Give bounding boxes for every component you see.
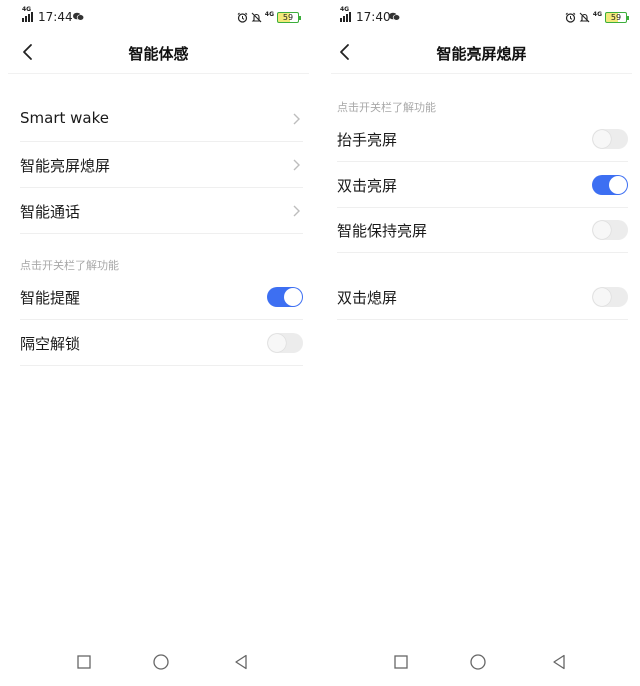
nav-item-smart-call[interactable]: 智能通话	[20, 188, 303, 234]
status-time: 17:40	[356, 10, 391, 24]
toggle-row-smart-stay-awake[interactable]: 智能保持亮屏	[337, 207, 628, 253]
toggle-label: 抬手亮屏	[337, 131, 398, 149]
battery-indicator: 59	[277, 11, 301, 23]
header-divider	[331, 73, 632, 74]
toggle-switch[interactable]	[592, 220, 628, 240]
signal-icon: 4G	[22, 6, 36, 22]
nav-item-smart-screen[interactable]: 智能亮屏熄屏	[20, 142, 303, 188]
mute-bell-icon	[579, 12, 590, 22]
toggle-label: 隔空解锁	[20, 335, 81, 353]
nav-item-smart-wake[interactable]: Smart wake	[20, 96, 303, 142]
screen-smart-screen-onoff: 4G 17:40 4G 59 智能亮屏熄屏 点击开关栏了解功能 抬手亮屏 双击亮…	[323, 0, 640, 686]
wechat-icon	[73, 12, 84, 21]
square-recents-icon[interactable]	[392, 653, 410, 671]
toggle-switch[interactable]	[592, 175, 628, 195]
page-title: 智能亮屏熄屏	[436, 45, 527, 63]
wechat-icon	[389, 12, 400, 21]
toggle-row-smart-reminder[interactable]: 智能提醒	[20, 274, 303, 320]
system-nav-bar	[0, 650, 317, 674]
section-hint: 点击开关栏了解功能	[20, 259, 119, 272]
toggle-switch[interactable]	[592, 129, 628, 149]
screen-smart-motion: 4G 17:44 4G 59 智能体感 Smart wake 智能亮屏熄屏 智能…	[0, 0, 317, 686]
triangle-back-icon[interactable]	[550, 653, 568, 671]
toggle-switch[interactable]	[267, 333, 303, 353]
toggle-row-raise-to-wake[interactable]: 抬手亮屏	[337, 116, 628, 162]
toggle-label: 双击熄屏	[337, 289, 398, 307]
toggle-row-double-tap-wake[interactable]: 双击亮屏	[337, 162, 628, 208]
status-bar: 4G 17:44 4G 59	[0, 6, 317, 28]
network-type: 4G	[340, 6, 350, 13]
square-recents-icon[interactable]	[75, 653, 93, 671]
nav-item-label: Smart wake	[20, 109, 109, 127]
toggle-switch[interactable]	[267, 287, 303, 307]
toggle-label: 智能提醒	[20, 289, 81, 307]
toggle-switch[interactable]	[592, 287, 628, 307]
triangle-back-icon[interactable]	[232, 653, 250, 671]
toggle-row-double-tap-sleep[interactable]: 双击熄屏	[337, 274, 628, 320]
battery-indicator: 59	[605, 11, 629, 23]
header-divider	[8, 73, 309, 74]
circle-home-icon[interactable]	[469, 653, 487, 671]
network-type: 4G	[22, 6, 32, 13]
app-header: 智能体感	[0, 34, 317, 72]
circle-home-icon[interactable]	[152, 653, 170, 671]
status-bar: 4G 17:40 4G 59	[323, 6, 640, 28]
nav-item-label: 智能亮屏熄屏	[20, 157, 111, 175]
toggle-row-air-unlock[interactable]: 隔空解锁	[20, 320, 303, 366]
network-type-2: 4G	[264, 11, 274, 18]
chevron-right-icon	[293, 205, 300, 217]
app-header: 智能亮屏熄屏	[323, 34, 640, 72]
chevron-right-icon	[293, 113, 300, 125]
alarm-icon	[237, 12, 248, 23]
mute-bell-icon	[251, 12, 262, 22]
status-time: 17:44	[38, 10, 73, 24]
network-type-2: 4G	[592, 11, 602, 18]
page-title: 智能体感	[128, 45, 189, 63]
signal-icon: 4G	[340, 6, 354, 22]
chevron-right-icon	[293, 159, 300, 171]
alarm-icon	[565, 12, 576, 23]
toggle-label: 双击亮屏	[337, 177, 398, 195]
toggle-label: 智能保持亮屏	[337, 222, 428, 240]
nav-item-label: 智能通话	[20, 203, 81, 221]
section-hint: 点击开关栏了解功能	[337, 101, 436, 114]
system-nav-bar	[323, 650, 640, 674]
